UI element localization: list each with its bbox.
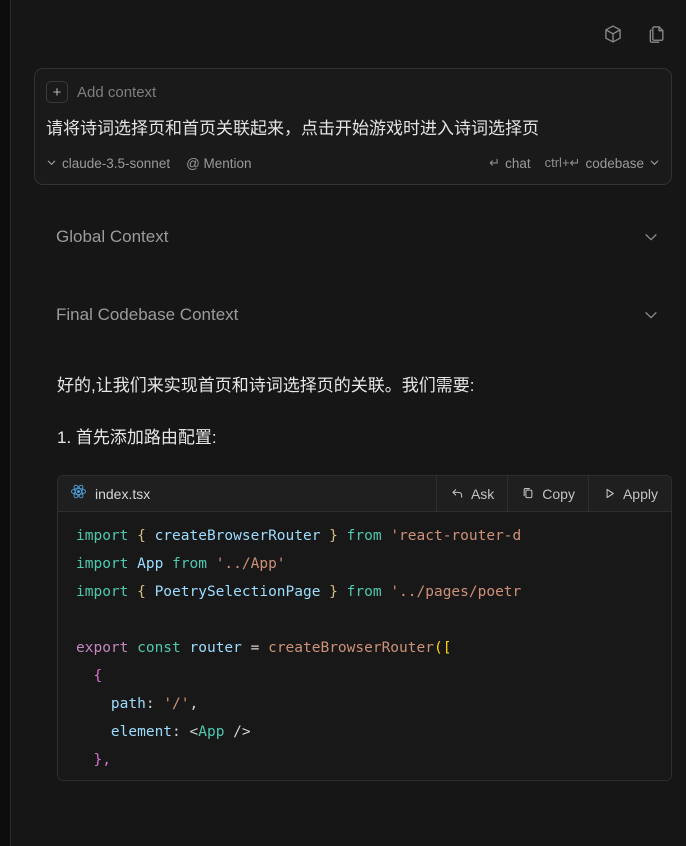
composer-context-row: + Add context	[46, 79, 660, 105]
assistant-message: 好的,让我们来实现首页和诗词选择页的关联。我们需要: 1. 首先添加路由配置:	[11, 373, 686, 451]
code-token: router	[189, 640, 242, 656]
undo-arrow-icon	[450, 486, 465, 501]
ai-chat-panel: + Add context 请将诗词选择页和首页关联起来，点击开始游戏时进入诗词…	[11, 0, 686, 846]
model-selector[interactable]: claude-3.5-sonnet	[46, 156, 170, 171]
copy-button-label: Copy	[542, 485, 575, 502]
code-token: App	[137, 556, 164, 572]
code-token: '../App'	[215, 556, 286, 572]
chevron-down-icon[interactable]	[642, 228, 660, 246]
return-key-icon: ↵	[489, 155, 501, 170]
code-token: <	[189, 724, 199, 740]
code-token: {	[137, 528, 155, 544]
code-token: import	[76, 584, 138, 600]
code-token: :	[172, 724, 190, 740]
code-line: path: '/',	[58, 690, 671, 718]
code-token: ,	[189, 696, 199, 712]
code-token: />	[224, 724, 251, 740]
code-token: from	[337, 528, 391, 544]
code-line: export const router = createBrowserRoute…	[58, 634, 671, 662]
copy-files-icon[interactable]	[642, 19, 672, 49]
code-token: export	[76, 640, 138, 656]
code-token: ([	[433, 640, 452, 656]
code-token: =	[241, 640, 269, 656]
code-token: import	[76, 556, 138, 572]
left-gutter-strip	[0, 0, 10, 846]
code-token: '../pages/poetr	[390, 584, 522, 600]
code-token: element	[76, 724, 173, 740]
code-line: {	[58, 662, 671, 690]
cube-icon[interactable]	[598, 19, 628, 49]
add-context-label[interactable]: Add context	[77, 84, 156, 101]
code-token: createBrowserRouter	[268, 640, 434, 656]
code-line: import App from '../App'	[58, 550, 671, 578]
final-codebase-context-label: Final Codebase Context	[56, 305, 239, 324]
code-token: from	[163, 556, 216, 572]
code-token: path	[76, 696, 146, 712]
code-block-body[interactable]: import { createBrowserRouter } from 'rea…	[58, 512, 671, 780]
add-context-button[interactable]: +	[46, 81, 68, 103]
composer-footer: claude-3.5-sonnet @ Mention ↵ chat ctrl+…	[46, 150, 660, 176]
chevron-down-icon	[649, 156, 660, 171]
chevron-down-icon	[46, 156, 57, 171]
mention-button[interactable]: @ Mention	[186, 156, 251, 171]
code-token: App	[198, 724, 225, 740]
apply-button[interactable]: Apply	[587, 476, 671, 511]
code-token: {	[76, 668, 103, 684]
code-line: element: <App />	[58, 718, 671, 746]
code-line: },	[58, 746, 671, 774]
code-token: 'react-router-d	[390, 528, 522, 544]
codebase-submit-hint[interactable]: ctrl+↵ codebase	[545, 155, 660, 171]
chat-hint-label: chat	[505, 155, 531, 171]
codebase-hint-label: codebase	[585, 155, 644, 171]
assistant-list-item: 1. 首先添加路由配置:	[57, 428, 217, 447]
final-codebase-context-section[interactable]: Final Codebase Context	[34, 287, 672, 343]
code-line: import { createBrowserRouter } from 'rea…	[58, 522, 671, 550]
assistant-paragraph: 好的,让我们来实现首页和诗词选择页的关联。我们需要:	[57, 376, 475, 395]
code-block-header: index.tsx Ask Copy Apply	[58, 476, 671, 512]
code-token: }	[320, 584, 338, 600]
code-token: },	[76, 752, 111, 768]
global-context-label: Global Context	[56, 227, 169, 246]
chevron-down-icon[interactable]	[642, 306, 660, 324]
code-block-filename: index.tsx	[95, 485, 151, 502]
code-token: }	[320, 528, 338, 544]
clipboard-icon	[521, 486, 536, 501]
global-context-section[interactable]: Global Context	[34, 209, 672, 265]
apply-button-label: Apply	[622, 485, 658, 502]
code-block: index.tsx Ask Copy Apply import {create…	[57, 475, 672, 781]
code-token: createBrowserRouter	[154, 528, 321, 544]
code-token: :	[145, 696, 164, 712]
code-token: {	[137, 584, 155, 600]
code-token: PoetrySelectionPage	[154, 584, 321, 600]
code-token: from	[337, 584, 391, 600]
copy-button[interactable]: Copy	[507, 476, 588, 511]
composer-box[interactable]: + Add context 请将诗词选择页和首页关联起来，点击开始游戏时进入诗词…	[34, 68, 672, 185]
code-line: import { PoetrySelectionPage } from '../…	[58, 578, 671, 606]
panel-toolbar	[11, 0, 686, 68]
play-triangle-icon	[602, 486, 617, 501]
react-icon	[70, 483, 87, 505]
composer-input[interactable]: 请将诗词选择页和首页关联起来，点击开始游戏时进入诗词选择页	[46, 113, 660, 144]
ask-button[interactable]: Ask	[435, 476, 507, 511]
chat-panel-window: + Add context 请将诗词选择页和首页关联起来，点击开始游戏时进入诗词…	[0, 0, 686, 846]
ctrl-return-key-icon: ctrl+↵	[544, 155, 581, 170]
code-token: import	[76, 528, 138, 544]
code-token: const	[137, 640, 190, 656]
code-token: '/'	[163, 696, 190, 712]
ask-button-label: Ask	[470, 485, 495, 502]
model-name: claude-3.5-sonnet	[62, 155, 171, 171]
chat-submit-hint[interactable]: ↵ chat	[489, 155, 530, 171]
code-block-file[interactable]: index.tsx	[58, 476, 436, 511]
